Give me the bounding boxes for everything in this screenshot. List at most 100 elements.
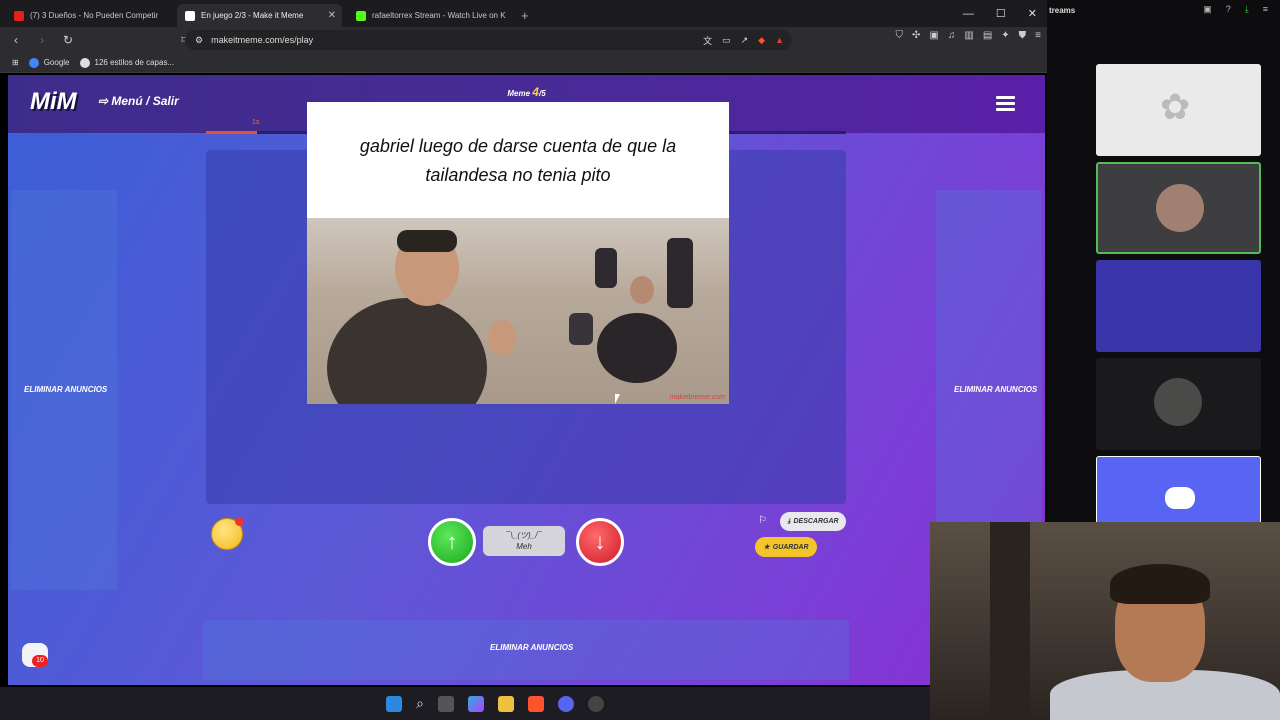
maximize-icon[interactable]: ☐ <box>996 7 1006 20</box>
more-icon[interactable]: ≡ <box>1263 4 1268 15</box>
save-label: GUARDAR <box>772 543 809 551</box>
wallet-icon[interactable]: ▤ <box>983 30 992 41</box>
sidebar-icon[interactable]: ▥ <box>964 30 973 41</box>
tab-title: (7) 3 Dueños - No Pueden Competir <box>30 11 159 20</box>
panel-icons: ▣ ? ⤓ ≡ <box>1203 4 1268 15</box>
save-button[interactable]: ★ GUARDAR <box>755 537 817 557</box>
brave-browser-icon[interactable] <box>527 695 544 712</box>
forward-icon[interactable]: › <box>32 33 52 47</box>
download-button[interactable]: ⤓ DESCARGAR <box>780 512 846 531</box>
url-text: makeitmeme.com/es/play <box>211 35 314 45</box>
copilot-icon[interactable] <box>467 695 484 712</box>
minimize-icon[interactable]: — <box>963 8 974 20</box>
stream-tile-2[interactable] <box>1096 162 1261 254</box>
bookmark-label: 126 estilos de capas... <box>94 58 175 67</box>
new-tab-button[interactable]: + <box>521 4 529 27</box>
meh-button[interactable]: ¯\_(ツ)_/¯ Meh <box>483 526 565 556</box>
bookmark-capas[interactable]: 126 estilos de capas... <box>79 57 175 68</box>
remove-ads-bottom-link[interactable]: ELIMINAR ANUNCIOS <box>490 643 573 652</box>
close-window-icon[interactable]: ✕ <box>1028 7 1037 20</box>
meme-total: /5 <box>538 89 546 98</box>
site-info-icon[interactable]: ⚙ <box>195 35 203 46</box>
bookmark-google[interactable]: Google <box>28 57 70 68</box>
hamburger-menu-icon[interactable] <box>996 96 1015 114</box>
vpn-icon[interactable]: ⛊ <box>1019 30 1027 41</box>
discord-icon <box>1165 487 1195 509</box>
avatar <box>1154 378 1202 426</box>
upvote-button[interactable]: ↑ <box>428 518 476 566</box>
cast-icon[interactable]: ▭ <box>722 35 731 46</box>
apps-grid-icon[interactable]: ⊞ <box>12 58 19 67</box>
meme-label: Meme <box>507 89 531 98</box>
arrow-down-icon: ↓ <box>594 529 606 554</box>
taskbar: ⌕ <box>0 687 930 720</box>
windows-start-icon[interactable] <box>386 695 403 712</box>
close-tab-icon[interactable]: ✕ <box>328 10 336 21</box>
download-icon: ⤓ <box>787 517 791 525</box>
sad-man-beach-photo <box>327 230 693 404</box>
shield-icon[interactable]: ⛉ <box>896 30 904 41</box>
chat-badge: 10 <box>32 655 48 667</box>
meme-counter: Meme 4/5 <box>8 85 1045 99</box>
address-bar-actions: 文 ▭ ↗ ◆ ▲ <box>703 30 784 50</box>
panel-title: treams <box>1049 6 1076 15</box>
stream-tile-1[interactable]: ✿ <box>1096 64 1261 156</box>
stream-tile-4[interactable] <box>1096 358 1261 450</box>
leaf-icon: ✿ <box>1160 86 1191 127</box>
search-icon[interactable]: ⌕ <box>416 695 424 712</box>
translate-icon[interactable]: 文 <box>703 34 712 47</box>
timer-label: 1s <box>252 119 260 126</box>
desktop: (7) 3 Dueños - No Pueden Competir En jue… <box>0 0 1280 720</box>
browser-tab-makeitmeme[interactable]: En juego 2/3 - Make it Meme ✕ <box>177 4 342 27</box>
reload-icon[interactable]: ↻ <box>58 33 78 47</box>
emoji-reaction-button[interactable] <box>211 517 244 550</box>
music-icon[interactable]: ♫ <box>948 30 956 41</box>
share-icon[interactable]: ↗ <box>741 35 749 46</box>
download-panel-icon[interactable]: ⤓ <box>1245 4 1249 15</box>
address-bar[interactable]: ⚙ makeitmeme.com/es/play 文 ▭ ↗ ◆ ▲ <box>185 30 792 50</box>
obs-icon[interactable] <box>587 695 604 712</box>
mim-favicon-icon <box>185 10 195 21</box>
remove-ads-left-link[interactable]: ELIMINAR ANUNCIOS <box>24 385 107 394</box>
meh-label: Meh <box>516 542 532 551</box>
brave-shield-icon[interactable]: ◆ <box>758 35 765 46</box>
shrug-text: ¯\_(ツ)_/¯ <box>506 531 542 540</box>
window-controls: — ☐ ✕ <box>963 0 1047 27</box>
browser-tab-kick[interactable]: rafaeltorrex Stream - Watch Live on K <box>348 4 513 27</box>
meme-index: 4 <box>532 85 539 99</box>
webcam-hair <box>1110 564 1210 604</box>
ai-icon[interactable]: ✦ <box>1001 30 1009 41</box>
google-icon <box>28 57 39 68</box>
arrow-up-icon: ↑ <box>446 529 458 554</box>
browser-toolbar: ‹ › ↻ ⌑ ⚙ makeitmeme.com/es/play 文 ▭ ↗ ◆… <box>0 27 1047 53</box>
brave-rewards-icon[interactable]: ▲ <box>775 35 784 45</box>
meme-image: gabriel luego de darse cuenta de que la … <box>307 102 729 404</box>
meme-watermark: makeitmeme.com <box>669 394 725 401</box>
help-icon[interactable]: ? <box>1226 4 1231 15</box>
download-label: DESCARGAR <box>793 518 839 525</box>
browser-tab-youtube[interactable]: (7) 3 Dueños - No Pueden Competir <box>6 4 171 27</box>
menu-icon[interactable]: ≡ <box>1035 30 1041 41</box>
file-explorer-icon[interactable] <box>497 695 514 712</box>
tab-title: En juego 2/3 - Make it Meme <box>201 11 304 20</box>
screenshot-icon[interactable]: ▣ <box>929 30 938 41</box>
meme-photo: makeitmeme.com <box>307 218 729 404</box>
report-flag-icon[interactable]: ⚐ <box>758 515 767 526</box>
discord-taskbar-icon[interactable] <box>557 695 574 712</box>
back-icon[interactable]: ‹ <box>6 33 26 47</box>
downvote-button[interactable]: ↓ <box>576 518 624 566</box>
meme-caption: gabriel luego de darse cuenta de que la … <box>359 136 677 185</box>
stream-tile-3[interactable] <box>1096 260 1261 352</box>
screen-icon[interactable]: ▣ <box>1203 4 1212 15</box>
bookmarks-bar: ⊞ Google 126 estilos de capas... <box>0 53 1047 73</box>
task-view-icon[interactable] <box>437 695 454 712</box>
remove-ads-right-link[interactable]: ELIMINAR ANUNCIOS <box>954 385 1037 394</box>
extensions-icon[interactable]: ✣ <box>912 30 920 41</box>
star-icon: ★ <box>763 544 770 551</box>
browser-tab-bar: (7) 3 Dueños - No Pueden Competir En jue… <box>0 0 1047 27</box>
bookmark-label: Google <box>43 58 70 67</box>
extension-icons: ⛉ ✣ ▣ ♫ ▥ ▤ ✦ ⛊ ≡ <box>896 30 1041 41</box>
kick-icon <box>356 10 366 21</box>
youtube-icon <box>14 10 24 21</box>
webcam-background <box>990 522 1030 720</box>
